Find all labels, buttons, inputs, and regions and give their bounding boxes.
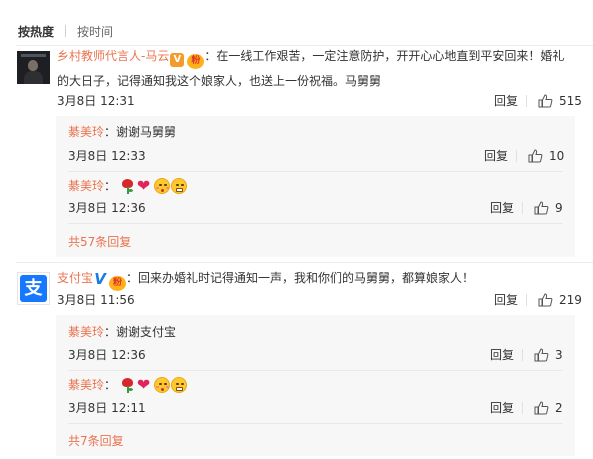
comment-time: 3月8日 11:56 [57,293,135,307]
view-more-replies-link[interactable]: 共7条回复 [68,432,124,449]
reply-text: 綦美玲： ❤ [68,177,188,195]
comment-text: 乡村教师代言人-马云 V 粉：在一线工作艰苦，一定注意防护，开开心心地直到平安回来！… [57,44,575,93]
emoji-row: ❤ [120,377,188,393]
kiss-face-icon [153,178,170,194]
view-more-replies-link[interactable]: 共57条回复 [68,233,131,250]
reply-body: ：谢谢马舅舅 [104,125,177,139]
comment-username[interactable]: 支付宝 [57,271,93,285]
avatar[interactable]: 支 [17,272,50,305]
verified-badge-icon: V [94,270,107,288]
reply-time: 3月8日 12:11 [68,401,146,415]
reply-body: ： [104,179,117,193]
divider [68,370,563,371]
reply-time: 3月8日 12:33 [68,149,146,163]
reply-text: 綦美玲： ❤ [68,376,188,394]
reply-box: 綦美玲：谢谢马舅舅 3月8日 12:33 回复 10 綦美玲： ❤ 3月8日 1… [56,116,575,257]
reply-username[interactable]: 綦美玲 [68,378,104,392]
like-count: 515 [559,94,582,108]
heart-icon: ❤ [136,375,151,394]
divider [65,25,67,37]
reply-text: 綦美玲：谢谢支付宝 [68,323,176,341]
comment-time: 3月8日 12:31 [57,94,135,108]
reply-time: 3月8日 12:36 [68,201,146,215]
like-button[interactable]: 3 [534,347,563,363]
reply-button[interactable]: 回复 [490,400,514,416]
divider [522,349,523,361]
comment-body: ：回来办婚礼时记得通知一声，我和你们的马舅舅，都算娘家人！ [126,271,475,285]
fan-badge-icon: 粉 [187,54,205,69]
emoji-row: ❤ [120,178,188,194]
divider [516,150,517,162]
like-button[interactable]: 9 [534,200,563,216]
reply-button[interactable]: 回复 [490,200,514,216]
thumbs-up-icon [534,201,549,215]
divider [522,202,523,214]
heart-icon: ❤ [136,176,151,195]
like-button[interactable]: 219 [538,292,582,308]
verified-badge-icon: V [170,53,185,67]
divider [526,95,527,107]
like-button[interactable]: 2 [534,400,563,416]
kiss-face-icon [153,377,170,393]
like-count: 219 [559,293,582,307]
like-count: 10 [549,149,565,163]
thumbs-up-icon [534,348,549,362]
reply-button[interactable]: 回复 [490,347,514,363]
reply-button[interactable]: 回复 [494,292,518,308]
like-count: 3 [555,348,563,362]
like-count: 2 [555,401,563,415]
reply-time: 3月8日 12:36 [68,348,146,362]
divider [522,402,523,414]
reply-username[interactable]: 綦美玲 [68,125,104,139]
rose-icon [120,178,136,194]
comment-username[interactable]: 乡村教师代言人-马云 [57,49,169,63]
divider [68,223,563,224]
avatar[interactable] [17,51,50,84]
reply-text: 綦美玲：谢谢马舅舅 [68,123,176,141]
divider [68,171,563,172]
thumbs-up-icon [538,293,553,307]
like-button[interactable]: 515 [538,93,582,109]
reply-body: ：谢谢支付宝 [104,325,177,339]
sort-bar: 按热度 按时间 [18,22,113,40]
divider [16,262,593,263]
rose-icon [120,377,136,393]
grin-face-icon [170,377,187,393]
thumbs-up-icon [534,401,549,415]
reply-box: 綦美玲：谢谢支付宝 3月8日 12:36 回复 3 綦美玲： ❤ 3月8日 12… [56,315,575,456]
sort-by-hot-tab[interactable]: 按热度 [18,23,54,40]
thumbs-up-icon [528,149,543,163]
like-count: 9 [555,201,563,215]
reply-username[interactable]: 綦美玲 [68,325,104,339]
reply-body: ： [104,378,117,392]
divider [68,423,563,424]
divider [526,294,527,306]
thumbs-up-icon [538,94,553,108]
alipay-logo-icon: 支 [20,275,47,302]
comment-text: 支付宝V 粉：回来办婚礼时记得通知一声，我和你们的马舅舅，都算娘家人！ [57,266,575,291]
reply-button[interactable]: 回复 [494,93,518,109]
sort-by-time-tab[interactable]: 按时间 [77,23,113,40]
grin-face-icon [170,178,187,194]
fan-badge-icon: 粉 [109,276,127,291]
reply-username[interactable]: 綦美玲 [68,179,104,193]
like-button[interactable]: 10 [528,148,564,164]
reply-button[interactable]: 回复 [484,148,508,164]
